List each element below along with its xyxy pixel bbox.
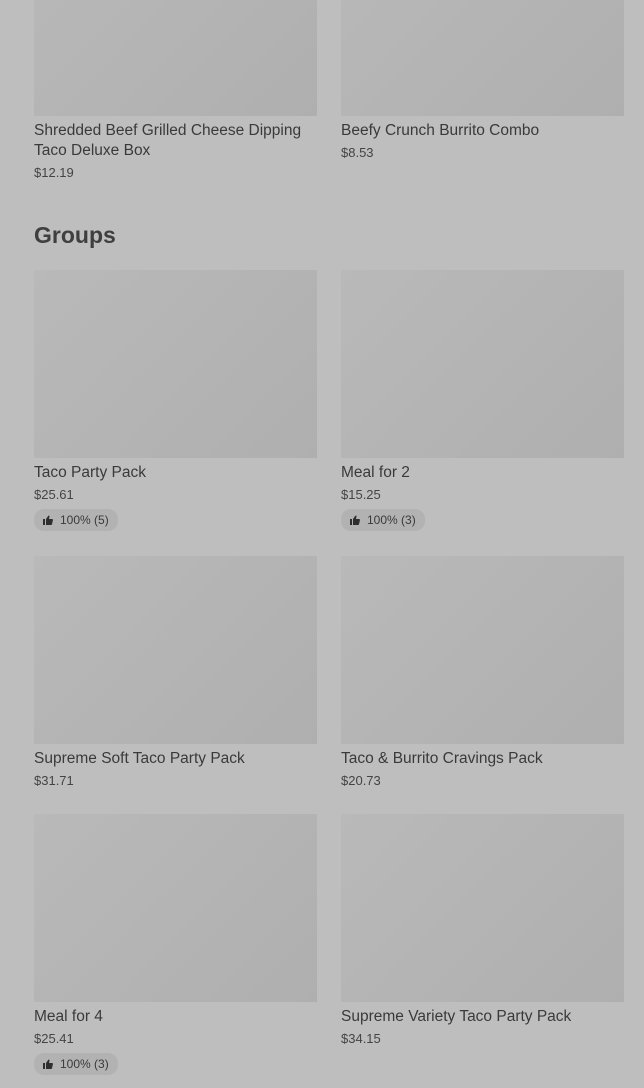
menu-item-card[interactable]: Beefy Crunch Burrito Combo $8.53 (341, 0, 624, 161)
section-title: Groups (34, 222, 116, 248)
menu-item-card[interactable]: Meal for 4 $25.41 100% (3) (34, 814, 317, 1075)
item-name: Taco & Burrito Cravings Pack (341, 750, 543, 767)
item-name: Taco Party Pack (34, 464, 146, 481)
item-name: Shredded Beef Grilled Cheese Dipping Tac… (34, 122, 302, 159)
item-name: Meal for 2 (341, 464, 410, 481)
item-price: $20.73 (341, 773, 381, 788)
item-price: $15.25 (341, 487, 381, 502)
rating-text: 100% (3) (367, 513, 416, 527)
menu-item-card[interactable]: Shredded Beef Grilled Cheese Dipping Tac… (34, 0, 317, 181)
item-image (34, 270, 317, 458)
item-name: Beefy Crunch Burrito Combo (341, 122, 540, 139)
item-image (341, 270, 624, 458)
item-name: Meal for 4 (34, 1008, 103, 1025)
item-price: $31.71 (34, 773, 74, 788)
rating-badge: 100% (3) (341, 509, 425, 531)
item-price: $25.61 (34, 487, 74, 502)
rating-badge: 100% (3) (34, 1053, 118, 1075)
item-name: Supreme Soft Taco Party Pack (34, 750, 245, 767)
menu-item-card[interactable]: Taco Party Pack $25.61 100% (5) (34, 270, 317, 531)
menu-item-card[interactable]: Supreme Soft Taco Party Pack $31.71 (34, 556, 317, 789)
menu-item-card[interactable]: Meal for 2 $15.25 100% (3) (341, 270, 624, 531)
item-image (34, 814, 317, 1002)
item-image (341, 814, 624, 1002)
item-price: $8.53 (341, 145, 374, 160)
thumbs-up-icon (350, 515, 360, 526)
item-image (341, 556, 624, 744)
menu-item-card[interactable]: Supreme Variety Taco Party Pack $34.15 (341, 814, 624, 1047)
rating-text: 100% (3) (60, 1057, 109, 1071)
menu-item-card[interactable]: Taco & Burrito Cravings Pack $20.73 (341, 556, 624, 789)
thumbs-up-icon (43, 515, 53, 526)
item-price: $12.19 (34, 165, 74, 180)
item-image (341, 0, 624, 116)
rating-badge: 100% (5) (34, 509, 118, 531)
item-price: $34.15 (341, 1031, 381, 1046)
item-name: Supreme Variety Taco Party Pack (341, 1008, 572, 1025)
item-image (34, 556, 317, 744)
item-image (34, 0, 317, 116)
rating-text: 100% (5) (60, 513, 109, 527)
thumbs-up-icon (43, 1059, 53, 1070)
item-price: $25.41 (34, 1031, 74, 1046)
